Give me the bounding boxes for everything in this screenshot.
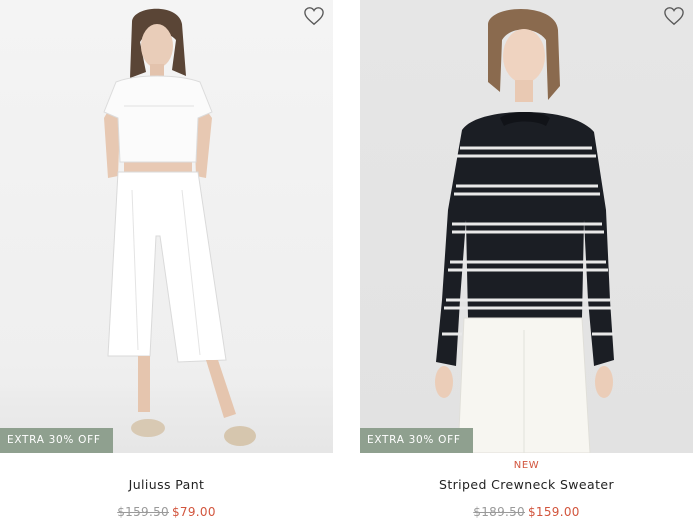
promo-badge: EXTRA 30% OFF <box>0 428 113 453</box>
product-info: NEW Striped Crewneck Sweater $189.50 $159… <box>360 453 693 518</box>
product-name[interactable]: Juliuss Pant <box>0 477 333 492</box>
product-image[interactable]: EXTRA 30% OFF <box>360 0 693 453</box>
promo-badge: EXTRA 30% OFF <box>360 428 473 453</box>
product-card-juliuss-pant[interactable]: EXTRA 30% OFF Juliuss Pant $159.50 $79.00 <box>0 0 333 518</box>
sale-price: $79.00 <box>171 505 216 518</box>
product-price: $189.50 $159.00 <box>360 505 693 518</box>
new-label <box>0 460 333 472</box>
wishlist-heart-icon[interactable] <box>663 6 685 26</box>
product-grid: EXTRA 30% OFF Juliuss Pant $159.50 $79.00 <box>0 0 700 518</box>
sale-price: $159.00 <box>528 505 580 518</box>
product-info: Juliuss Pant $159.50 $79.00 <box>0 453 333 518</box>
product-name[interactable]: Striped Crewneck Sweater <box>360 477 693 492</box>
model-white-outfit-illustration <box>103 8 256 446</box>
wishlist-heart-icon[interactable] <box>303 6 325 26</box>
product-image[interactable]: EXTRA 30% OFF <box>0 0 333 453</box>
product-price: $159.50 $79.00 <box>0 505 333 518</box>
model-striped-sweater-illustration <box>435 8 614 453</box>
original-price: $159.50 <box>117 505 169 518</box>
original-price: $189.50 <box>473 505 525 518</box>
new-label: NEW <box>513 460 540 471</box>
product-card-striped-crewneck-sweater[interactable]: EXTRA 30% OFF NEW Striped Crewneck Sweat… <box>360 0 693 518</box>
